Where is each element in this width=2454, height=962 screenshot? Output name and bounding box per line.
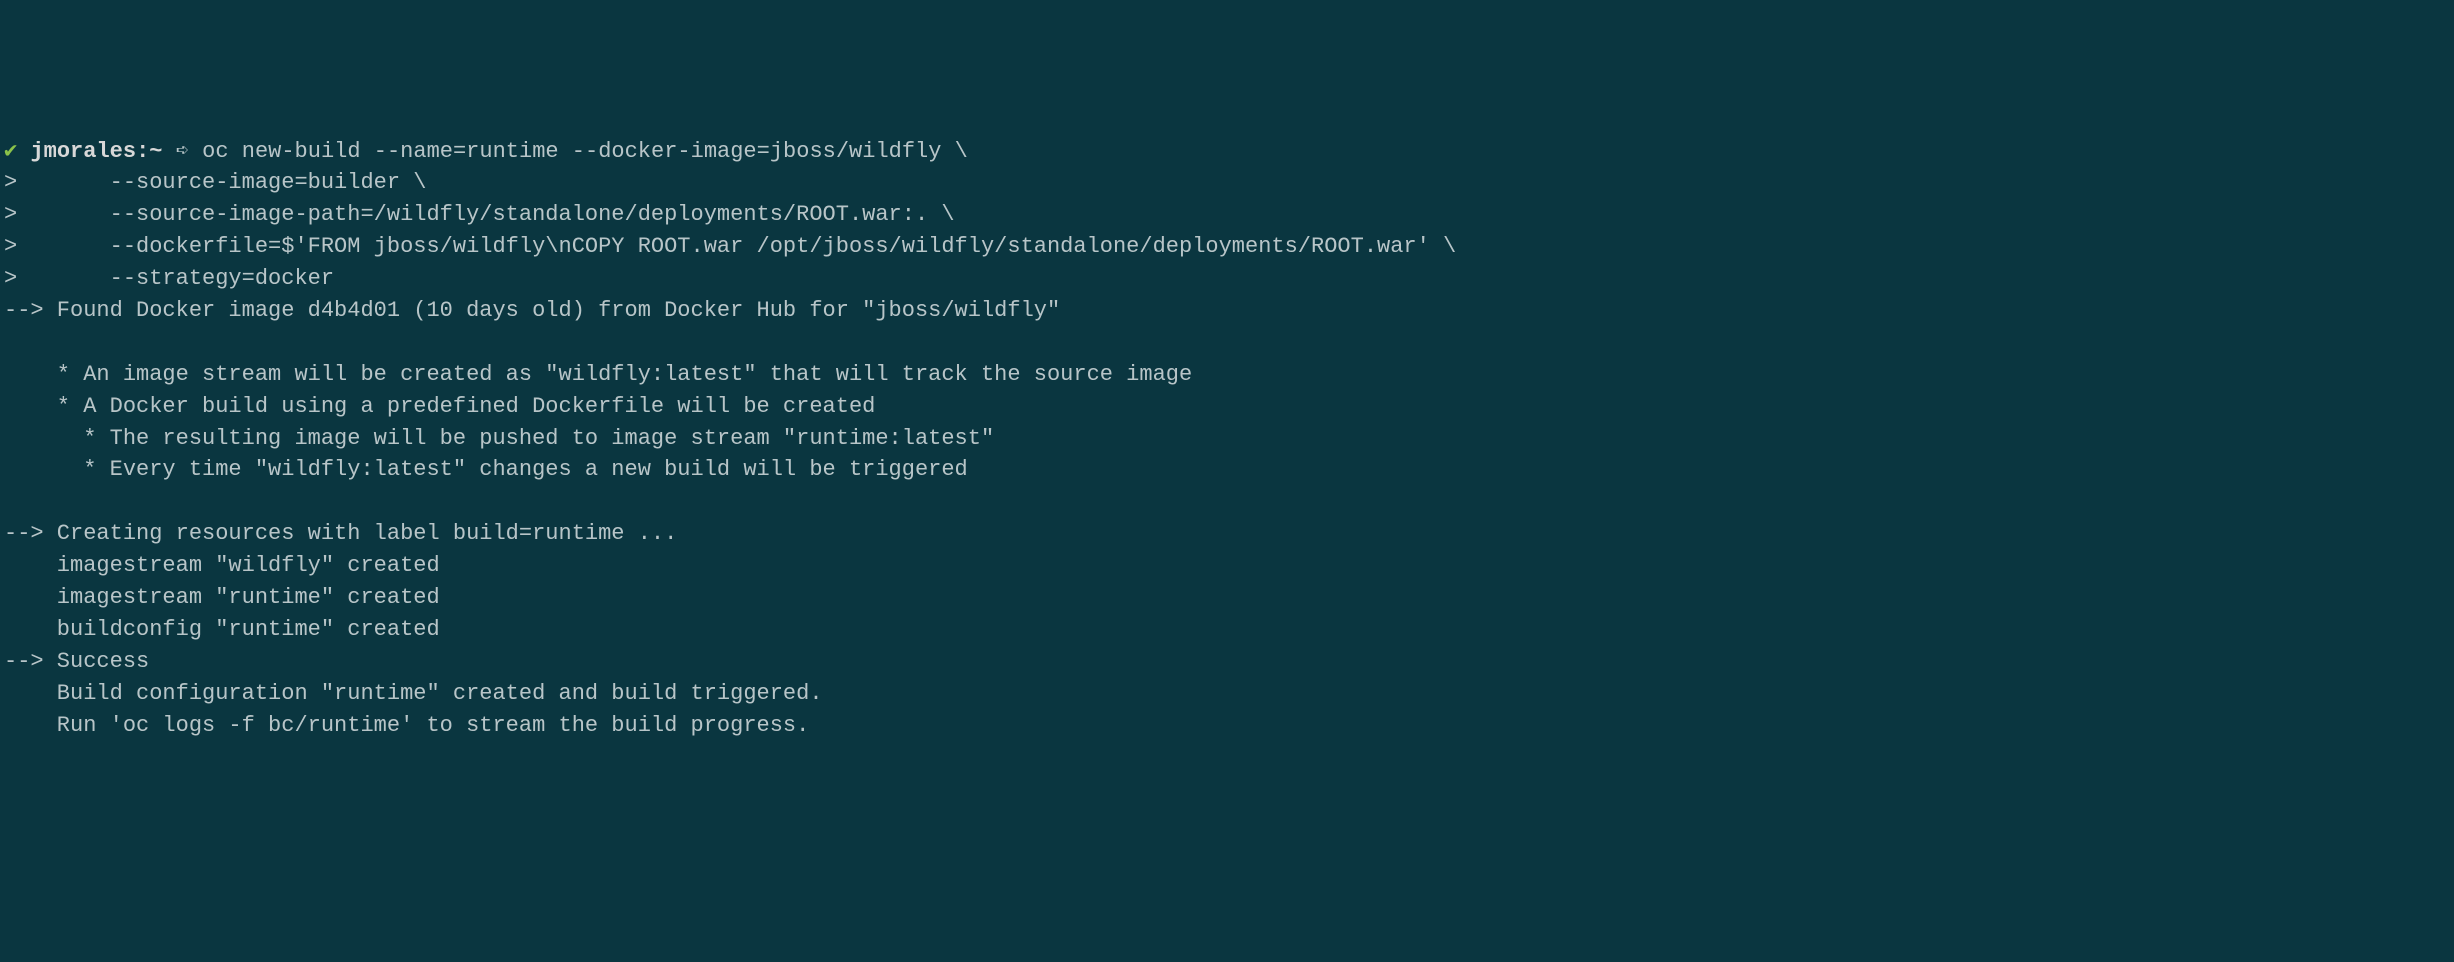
output-success: --> Success <box>4 649 149 674</box>
command-continuation: > --source-image-path=/wildfly/standalon… <box>4 202 955 227</box>
prompt-user-host: jmorales:~ <box>30 139 162 164</box>
output-buildconf-msg: Build configuration "runtime" created an… <box>4 681 823 706</box>
output-found: --> Found Docker image d4b4d01 (10 days … <box>4 298 1060 323</box>
command-continuation: > --dockerfile=$'FROM jboss/wildfly\nCOP… <box>4 234 1456 259</box>
output-buildconfig: buildconfig "runtime" created <box>4 617 440 642</box>
output-bullet: * The resulting image will be pushed to … <box>4 426 994 451</box>
command-text: oc new-build --name=runtime --docker-ima… <box>202 139 968 164</box>
check-icon: ✔ <box>4 139 17 164</box>
output-bullet: * A Docker build using a predefined Dock… <box>4 394 875 419</box>
command-continuation: > --strategy=docker <box>4 266 334 291</box>
terminal-window[interactable]: ✔ jmorales:~ ➪ oc new-build --name=runti… <box>4 136 2450 742</box>
command-continuation: > --source-image=builder \ <box>4 170 426 195</box>
output-imagestream: imagestream "runtime" created <box>4 585 440 610</box>
prompt-arrow-icon: ➪ <box>176 139 189 164</box>
prompt-line: ✔ jmorales:~ ➪ oc new-build --name=runti… <box>4 139 968 164</box>
output-bullet: * An image stream will be created as "wi… <box>4 362 1192 387</box>
output-imagestream: imagestream "wildfly" created <box>4 553 440 578</box>
output-creating: --> Creating resources with label build=… <box>4 521 677 546</box>
output-bullet: * Every time "wildfly:latest" changes a … <box>4 457 968 482</box>
output-runlogs: Run 'oc logs -f bc/runtime' to stream th… <box>4 713 809 738</box>
